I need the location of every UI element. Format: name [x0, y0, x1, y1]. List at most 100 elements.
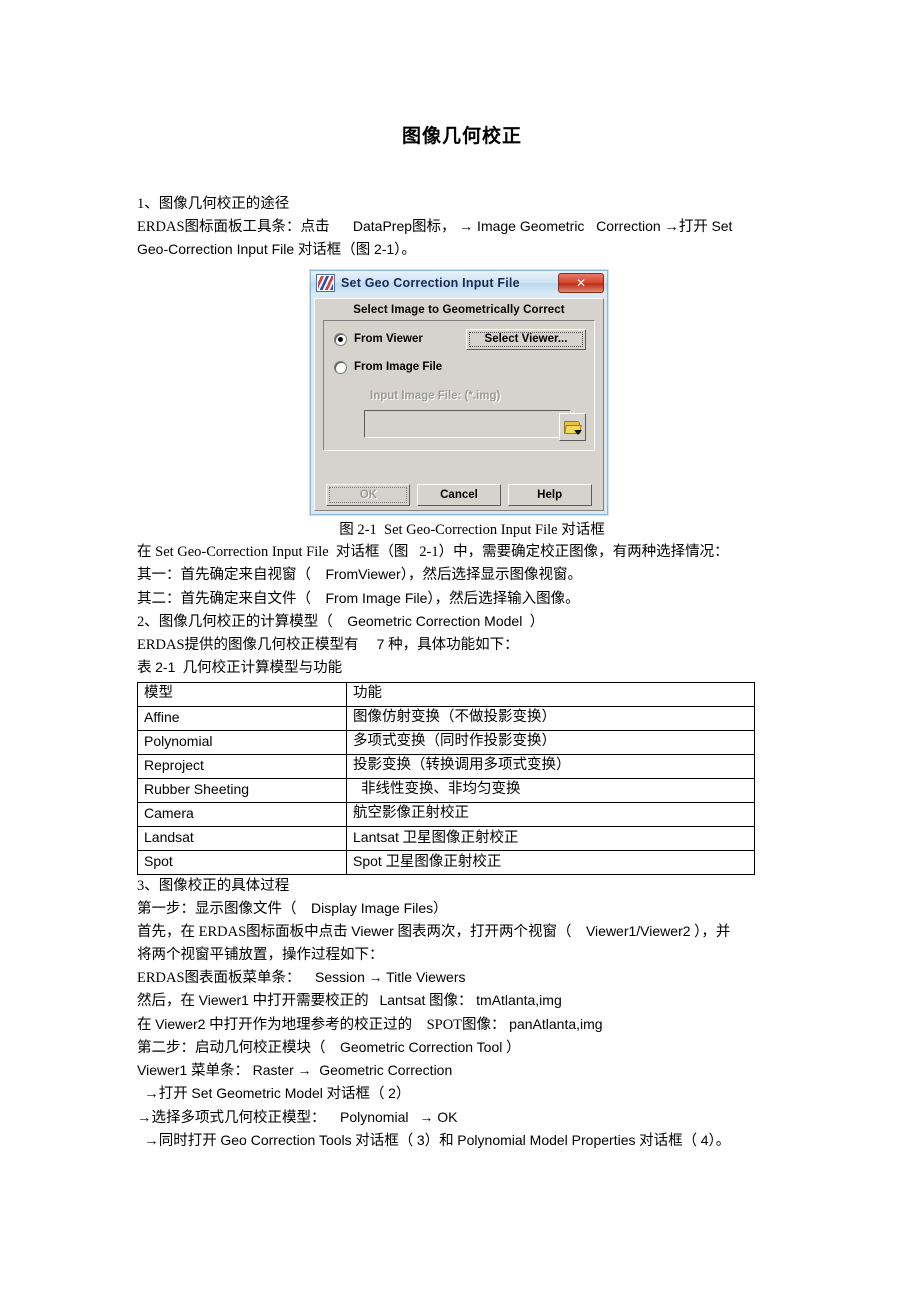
- text-run: Polynomial: [340, 1108, 409, 1125]
- text-run: Session: [315, 968, 365, 985]
- section-1b-line-3: 其二：首先确定来自文件（ From Image File），然后选择输入图像。: [137, 587, 787, 610]
- text-run: ）: [506, 1039, 521, 1056]
- figure-2-1: Set Geo Correction Input File ✕ Select I…: [137, 267, 787, 519]
- text-run: Spot: [144, 852, 173, 869]
- section-2-heading: 2、图像几何校正的计算模型（ Geometric Correction Mode…: [137, 610, 787, 633]
- text-run: 几何校正计算模型与功能: [182, 660, 343, 677]
- input-image-file-label: Input Image File: (*.img): [370, 389, 501, 402]
- text-run: 2-1: [373, 241, 395, 258]
- text-run: panAtlanta,img: [509, 1015, 603, 1032]
- text-run: Affine: [144, 708, 180, 725]
- text-run: → Geometric Correction: [297, 1062, 453, 1079]
- text-run: 图: [339, 521, 354, 538]
- open-folder-icon: [564, 420, 582, 435]
- table-header-row: 模型 功能: [137, 681, 755, 707]
- table-row: Camera 航空影像正射校正: [137, 801, 755, 827]
- page-title: 图像几何校正: [401, 126, 522, 147]
- section-3-p2: 将两个视窗平铺放置，操作过程如下：: [137, 946, 384, 963]
- text-run: →打开: [664, 219, 708, 236]
- section-3-p3: ERDAS图表面板菜单条： Session → Title Viewers: [137, 966, 787, 989]
- section-3-p5: 在 Viewer2 中打开作为地理参考的校正过的 SPOT图像： panAtla…: [137, 1013, 787, 1036]
- set-geo-correction-input-file-dialog: Set Geo Correction Input File ✕ Select I…: [310, 269, 608, 515]
- input-image-file-field[interactable]: [364, 409, 571, 438]
- text-run: 图标，: [412, 219, 456, 236]
- section-2-block: 2、图像几何校正的计算模型（ Geometric Correction Mode…: [137, 610, 787, 680]
- text-run: Lantsat: [379, 992, 426, 1009]
- models-table-body: 模型 功能 Affine 图像仿射变换（不做投影变换） Polynomial 多…: [137, 681, 755, 875]
- text-run: Geometric Correction Model: [347, 612, 523, 629]
- select-viewer-button[interactable]: Select Viewer...: [466, 328, 586, 350]
- text-run: 首先，在: [137, 924, 195, 941]
- text-run: Camera: [144, 804, 194, 821]
- erdas-app-icon: [316, 273, 335, 292]
- text-run: Set Geo-Correction Input File: [384, 521, 558, 538]
- text-run: 在: [137, 1016, 152, 1033]
- cancel-button[interactable]: Cancel: [416, 483, 501, 506]
- text-run: 第二步：启动几何校正模块（: [137, 1039, 326, 1056]
- section-1-block: 1、图像几何校正的途径 ERDAS图标面板工具条：点击 DataPrep图标， …: [137, 193, 787, 262]
- text-run: ）: [395, 1086, 411, 1103]
- text-run: → Title Viewers: [368, 968, 466, 985]
- radio-from-viewer[interactable]: From Viewer: [334, 332, 423, 346]
- text-run: ）: [529, 613, 545, 630]
- section-3-p4: 然后，在 Viewer1 中打开需要校正的 Lantsat 图像： tmAtla…: [137, 989, 787, 1012]
- text-run: 在 Set Geo-Correction Input File 对话框（图 2-…: [137, 543, 729, 560]
- table-cell-model: Landsat: [137, 825, 347, 851]
- table-cell-model: Camera: [137, 801, 347, 827]
- table-header-function: 功能: [346, 681, 755, 707]
- section-3-step-1: 第一步：显示图像文件（ Display Image Files）: [137, 897, 787, 920]
- help-button[interactable]: Help: [507, 483, 592, 506]
- table-cell-model: Affine: [137, 705, 347, 731]
- text-run: Viewer1: [137, 1062, 188, 1079]
- ok-button[interactable]: OK: [326, 483, 411, 506]
- table-cell-model: Spot: [137, 849, 347, 875]
- text-run: 对话框（: [355, 1133, 414, 1150]
- text-run: →打开: [144, 1086, 188, 1103]
- text-run: 4: [700, 1132, 709, 1149]
- text-run: 中打开需要校正的: [252, 993, 369, 1010]
- text-run: 菜单条：: [190, 1063, 249, 1080]
- text-run: ），然后选择输入图像。: [427, 590, 580, 607]
- text-run: Viewer1: [198, 992, 249, 1009]
- table-cell-function: 图像仿射变换（不做投影变换）: [346, 705, 755, 731]
- text-run: 2-1: [357, 521, 377, 538]
- dialog-caption: Select Image to Geometrically Correct: [353, 303, 565, 316]
- text-run: tmAtlanta,img: [476, 992, 562, 1009]
- section-3-p1: 首先，在 ERDAS图标面板中点击 Viewer 图表两次，打开两个视窗（ Vi…: [137, 920, 787, 943]
- dialog-footer: OK Cancel Help: [315, 483, 603, 506]
- open-folder-button[interactable]: [559, 412, 586, 441]
- dialog-titlebar[interactable]: Set Geo Correction Input File ✕: [311, 270, 607, 295]
- text-run: Reproject: [144, 756, 204, 773]
- radio-from-viewer-label: From Viewer: [354, 333, 423, 346]
- table-row: Landsat Lantsat 卫星图像正射校正: [137, 825, 755, 851]
- text-run: ERDAS提供的图像几何校正模型有: [137, 637, 359, 654]
- table-cell-function: Spot 卫星图像正射校正: [346, 849, 755, 875]
- table-cell-function: 非线性变换、非均匀变换: [346, 777, 755, 803]
- table-row: Affine 图像仿射变换（不做投影变换）: [137, 705, 755, 731]
- text-run: ERDAS图表面板菜单条：: [137, 969, 301, 986]
- table-cell-function: 多项式变换（同时作投影变换）: [346, 729, 755, 755]
- text-run: 中打开作为地理参考的校正过的: [209, 1016, 413, 1033]
- table-cell-function: 投影变换（转换调用多项式变换）: [346, 753, 755, 779]
- text-run: 第一步：显示图像文件（: [137, 901, 297, 918]
- radio-button-unselected-icon[interactable]: [334, 360, 347, 374]
- close-icon[interactable]: ✕: [558, 272, 604, 293]
- text-run: Display Image Files）: [311, 900, 448, 917]
- radio-button-selected-icon[interactable]: [334, 332, 347, 346]
- text-run: Rubber Sheeting: [144, 780, 250, 797]
- section-1-line-1: ERDAS图标面板工具条：点击 DataPrep图标， → Image Geom…: [137, 215, 787, 238]
- text-run: DataPrep: [352, 218, 413, 235]
- selection-groupbox: From Viewer Select Viewer... From Image …: [323, 319, 595, 451]
- section-1-heading: 1、图像几何校正的途径: [137, 195, 290, 212]
- page-content: 图像几何校正 1、图像几何校正的途径 ERDAS图标面板工具条：点击 DataP…: [137, 0, 787, 1152]
- table-cell-model: Polynomial: [137, 729, 347, 755]
- text-run: 卫星图像正射校正: [385, 853, 502, 870]
- section-3-p7: →打开 Set Geometric Model 对话框（ 2）: [137, 1082, 787, 1105]
- text-run: ）。: [708, 1133, 731, 1150]
- section-3-step-2: 第二步：启动几何校正模块（ Geometric Correction Tool …: [137, 1036, 787, 1059]
- text-run: Set Geometric Model: [191, 1085, 323, 1102]
- section-3-p6: Viewer1 菜单条： Raster → Geometric Correcti…: [137, 1059, 787, 1082]
- radio-from-image-file[interactable]: From Image File: [334, 360, 442, 374]
- section-2-line-1: ERDAS提供的图像几何校正模型有 7 种，具体功能如下：: [137, 633, 787, 656]
- text-run: 其二：首先确定来自文件（: [137, 590, 311, 607]
